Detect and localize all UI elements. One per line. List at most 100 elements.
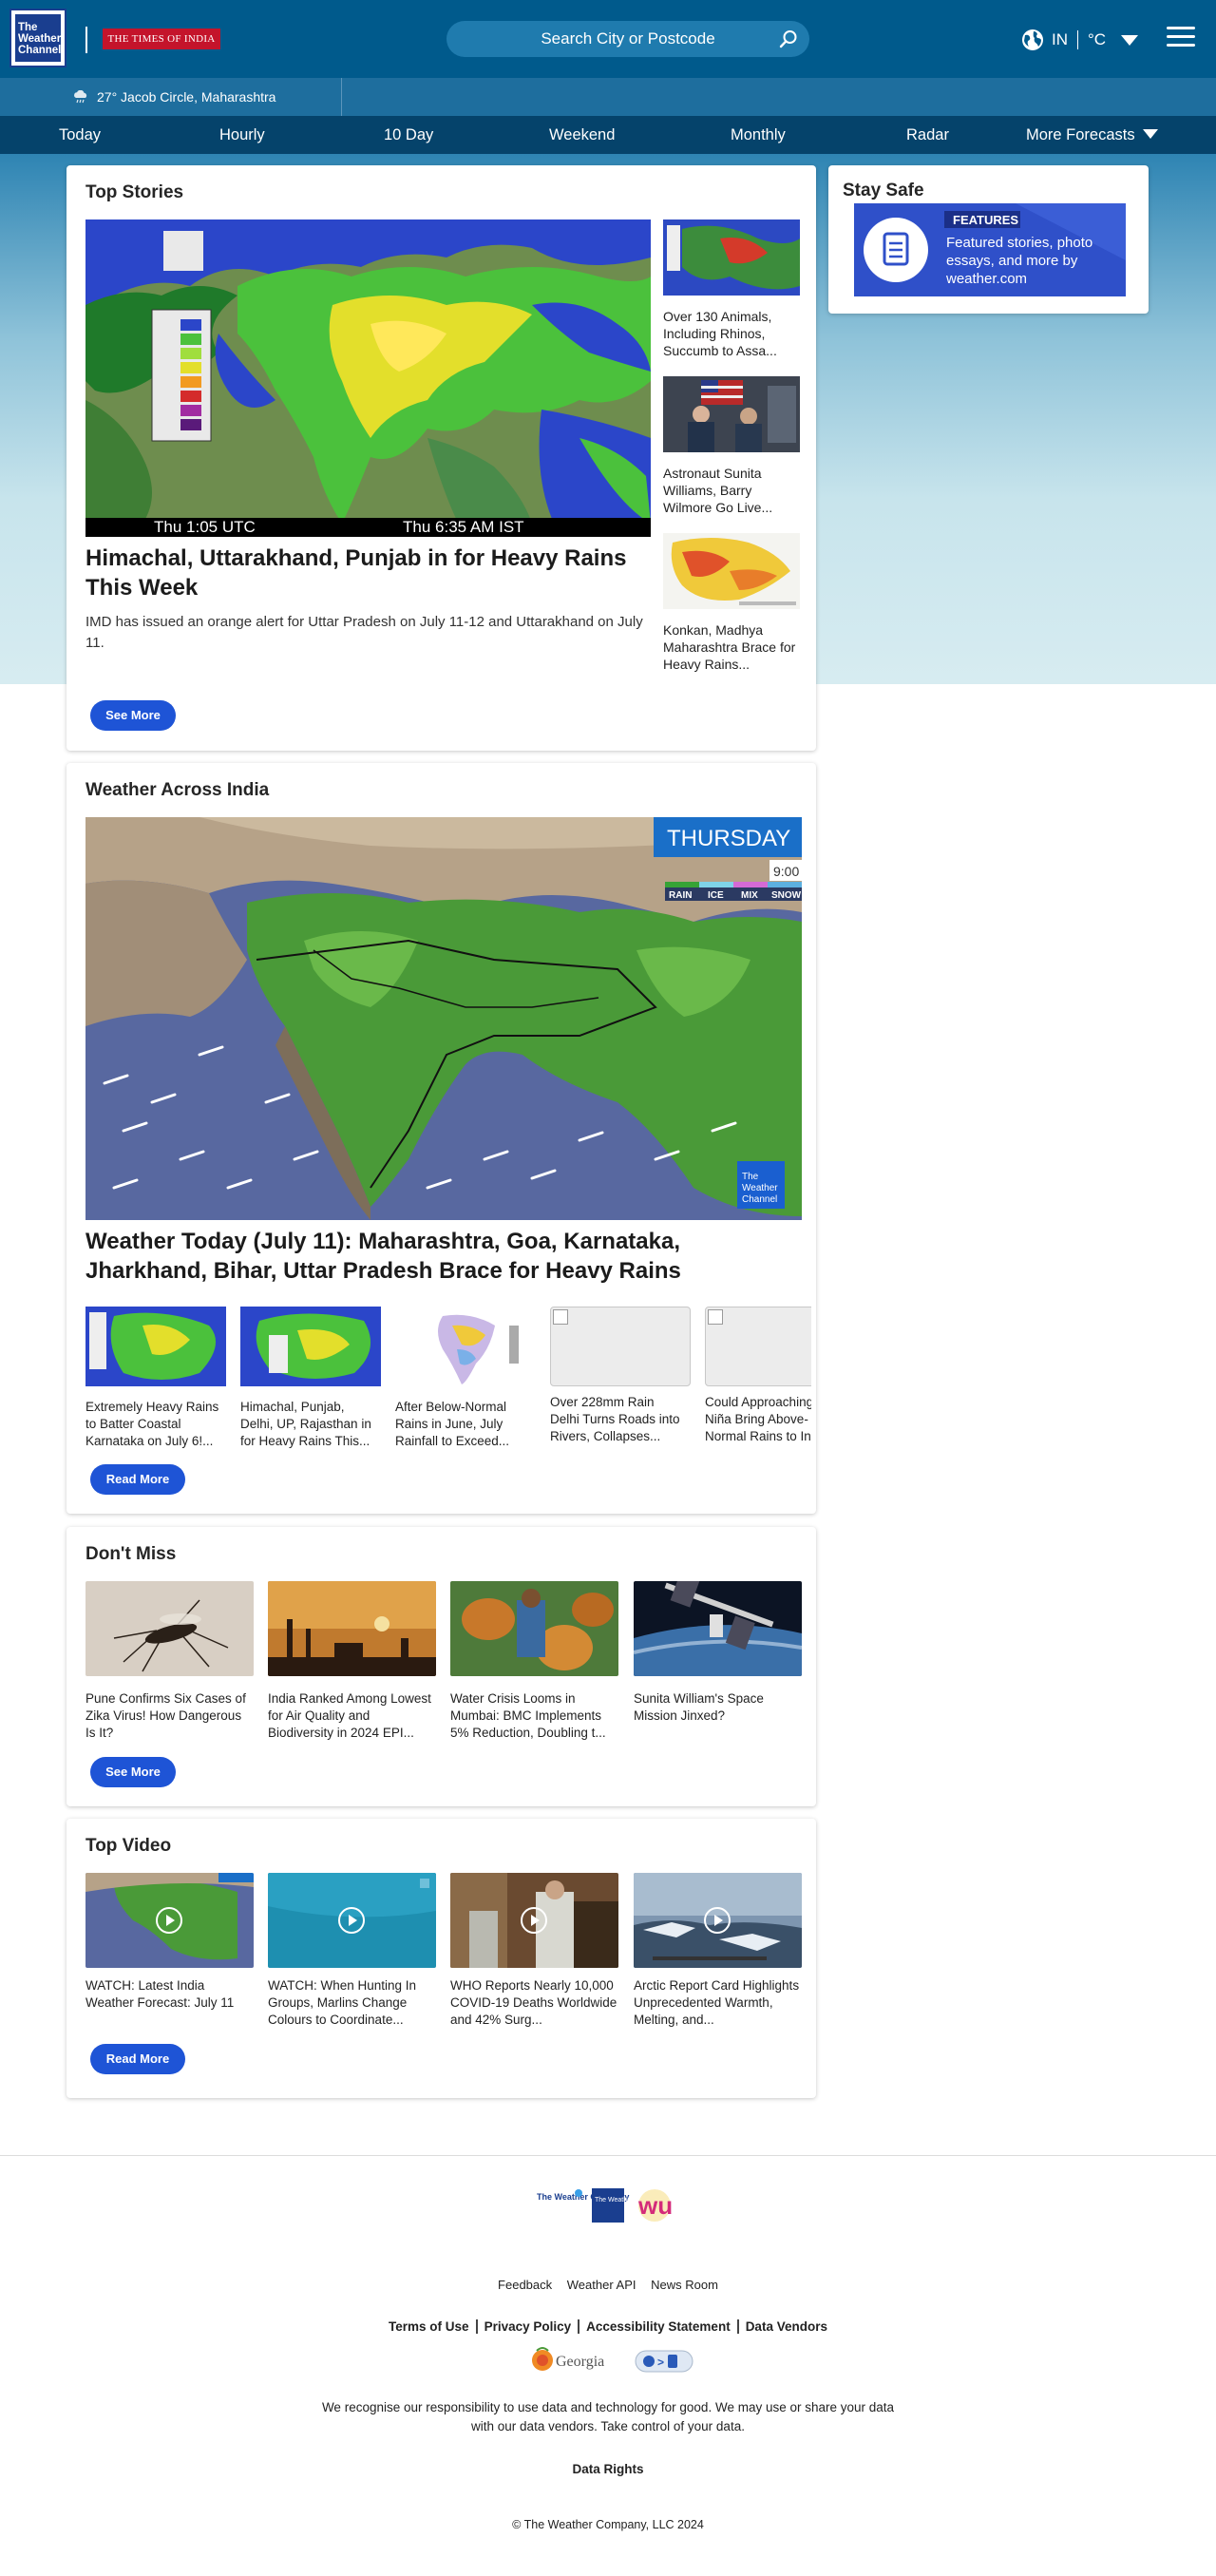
map-channel-logo: The [742, 1172, 759, 1182]
footer-badges: Georgia > [532, 2347, 694, 2373]
strip-item-coastal-karnataka[interactable]: Extremely Heavy Rains to Batter Coastal Ka… [86, 1307, 226, 1449]
dont-miss-see-more-button[interactable]: See More [90, 1757, 176, 1787]
related-stories-strip[interactable]: Extremely Heavy Rains to Batter Coastal Ka… [86, 1307, 811, 1449]
top-story-description: IMD has issued an orange alert for Uttar… [86, 614, 643, 651]
dont-miss-item-water-crisis[interactable]: Water Crisis Looms in Mumbai: BMC Implem… [450, 1581, 618, 1742]
dont-miss-item-title: Water Crisis Looms in Mumbai: BMC Implem… [450, 1691, 606, 1740]
footer-links: Feedback Weather API News Room [0, 2278, 1216, 2292]
weather-today-headline[interactable]: Weather Today (July 11): Maharashtra, Go… [86, 1227, 802, 1286]
rain-cloud-icon [74, 90, 87, 104]
stay-safe-card: Stay Safe FEATURES Featured stories, pho… [828, 165, 1149, 314]
features-promo-banner[interactable]: FEATURES Featured stories, photo essays,… [854, 203, 1126, 296]
side-story-konkan[interactable]: Konkan, Madhya Maharashtra Brace for Hea… [663, 533, 800, 673]
map-legend-rain: RAIN [669, 890, 692, 901]
times-of-india-logo[interactable]: THE TIMES OF INDIA [103, 29, 220, 49]
top-stories-see-more-button[interactable]: See More [90, 700, 176, 731]
video-item-india-forecast[interactable]: WATCH: Latest India Weather Forecast: Ju… [86, 1873, 254, 2029]
dont-miss-item-air-quality[interactable]: India Ranked Among Lowest for Air Qualit… [268, 1581, 436, 1742]
georgia-badge[interactable]: Georgia [532, 2347, 604, 2371]
map-channel-logo-3: Channel [742, 1194, 777, 1205]
terms-of-use-link[interactable]: Terms of Use [382, 2319, 476, 2334]
nav-more-forecasts[interactable]: More Forecasts [1026, 116, 1158, 154]
broken-image-placeholder [705, 1307, 811, 1386]
privacy-policy-link[interactable]: Privacy Policy [475, 2319, 579, 2334]
strip-item-la-nina[interactable]: Could Approaching Niña Bring Above- Normal… [705, 1307, 811, 1445]
nav-hourly[interactable]: Hourly [219, 116, 265, 154]
weather-api-link[interactable]: Weather API [567, 2278, 636, 2292]
video-thumbnail [268, 1873, 436, 1968]
side-story-thumbnail [663, 376, 800, 452]
unit-label: °C [1088, 30, 1107, 48]
rainfall-map-image[interactable]: Thu 1:05 UTC Thu 6:35 AM IST [86, 219, 651, 537]
play-icon[interactable] [521, 1907, 547, 1934]
nav-radar[interactable]: Radar [906, 116, 949, 154]
strip-item-below-normal-rains[interactable]: After Below-Normal Rains in June, July Rai… [395, 1307, 536, 1449]
strip-item-title: Over 228mm Rain Delhi Turns Roads into Riv… [550, 1395, 680, 1443]
promo-line-1: Featured stories, photo [946, 235, 1092, 251]
caret-down-icon [1142, 129, 1158, 139]
search-icon[interactable] [779, 29, 798, 48]
svg-text:>: > [657, 2356, 664, 2369]
data-rights-link[interactable]: Data Rights [0, 2462, 1216, 2476]
nav-10-day[interactable]: 10 Day [384, 116, 433, 154]
weather-channel-logo[interactable]: The Weather Channel [10, 9, 66, 67]
footer-divider [0, 2155, 1216, 2156]
play-icon[interactable] [704, 1907, 731, 1934]
industrial-smog-image [268, 1581, 436, 1676]
accessibility-statement-link[interactable]: Accessibility Statement [578, 2319, 737, 2334]
dont-miss-item-space-mission[interactable]: Sunita William's Space Mission Jinxed? [633, 1573, 803, 1742]
side-story-animals[interactable]: Over 130 Animals, Including Rhinos, Succ… [663, 219, 800, 359]
data-vendors-link[interactable]: Data Vendors [736, 2319, 834, 2334]
top-video-heading: Top Video [86, 1836, 172, 1856]
svg-text:Georgia: Georgia [556, 2354, 604, 2370]
accessibility-icon[interactable]: > [635, 2350, 694, 2373]
map-caption-ist: Thu 6:35 AM IST [403, 518, 524, 536]
strip-item-delhi-rain[interactable]: Over 228mm Rain Delhi Turns Roads into Riv… [550, 1307, 691, 1445]
play-icon[interactable] [156, 1907, 182, 1934]
dont-miss-heading: Don't Miss [86, 1544, 177, 1564]
forecast-nav: Today Hourly 10 Day Weekend Monthly Rada… [0, 116, 1216, 154]
nav-weekend[interactable]: Weekend [549, 116, 615, 154]
top-video-read-more-button[interactable]: Read More [90, 2044, 185, 2074]
strip-thumbnail [240, 1307, 381, 1386]
weather-across-india-read-more-button[interactable]: Read More [90, 1464, 185, 1495]
strip-item-himachal-punjab[interactable]: Himachal, Punjab, Delhi, UP, Rajasthan in… [240, 1307, 381, 1449]
india-weather-video-image[interactable]: THURSDAY 9:00 RAIN ICE MIX SNOW The Weat… [86, 817, 802, 1220]
chevron-down-icon[interactable] [1121, 34, 1139, 46]
current-location[interactable]: 27° Jacob Circle, Maharashtra [0, 78, 342, 116]
strip-item-title: Extremely Heavy Rains to Batter Coastal Ka… [86, 1400, 219, 1448]
weather-underground-logo[interactable]: wu [637, 2189, 673, 2222]
video-item-title: WHO Reports Nearly 10,000 COVID-19 Death… [450, 1978, 618, 2027]
search-input[interactable] [446, 21, 809, 57]
footer-legal-links: Terms of Use Privacy Policy Accessibility … [0, 2319, 1216, 2334]
play-icon[interactable] [338, 1907, 365, 1934]
locale-selector[interactable]: IN °C [1021, 27, 1139, 53]
video-item-arctic[interactable]: Arctic Report Card Highlights Unpreceden… [634, 1873, 802, 2029]
search-box[interactable] [446, 21, 809, 57]
promo-line-3: weather.com [945, 271, 1027, 287]
dont-miss-item-title: India Ranked Among Lowest for Air Qualit… [268, 1691, 431, 1740]
news-room-link[interactable]: News Room [651, 2278, 718, 2292]
logo-text: The Weather Channel [15, 14, 61, 62]
top-story-headline[interactable]: Himachal, Uttarakhand, Punjab in for Hea… [86, 544, 651, 602]
dont-miss-item-zika[interactable]: Pune Confirms Six Cases of Zika Virus! H… [86, 1581, 254, 1742]
nav-more-forecasts-label: More Forecasts [1026, 126, 1135, 143]
nav-monthly[interactable]: Monthly [731, 116, 786, 154]
locale-divider [1077, 30, 1078, 49]
globe-icon [1022, 29, 1043, 50]
map-legend-snow: SNOW [771, 890, 802, 901]
strip-thumbnail [395, 1307, 536, 1386]
strip-item-title: After Below-Normal Rains in June, July Rai… [395, 1400, 510, 1448]
region-label: IN [1052, 30, 1068, 48]
video-item-marlins[interactable]: WATCH: When Hunting In Groups, Marlins C… [268, 1873, 436, 2029]
dont-miss-grid: Pune Confirms Six Cases of Zika Virus! H… [86, 1573, 803, 1740]
nav-today[interactable]: Today [59, 116, 101, 154]
side-story-astronauts[interactable]: Astronaut Sunita Williams, Barry Wilmore… [663, 376, 800, 516]
video-item-covid[interactable]: WHO Reports Nearly 10,000 COVID-19 Death… [450, 1873, 618, 2029]
top-stories-card: Top Stories Thu 1:05 UTC Thu 6:35 AM IST… [66, 165, 816, 751]
hamburger-menu-icon[interactable] [1167, 27, 1195, 49]
video-thumbnail [450, 1873, 618, 1968]
map-caption-utc: Thu 1:05 UTC [154, 518, 256, 536]
feedback-link[interactable]: Feedback [498, 2278, 552, 2292]
stay-safe-heading: Stay Safe [843, 181, 924, 200]
